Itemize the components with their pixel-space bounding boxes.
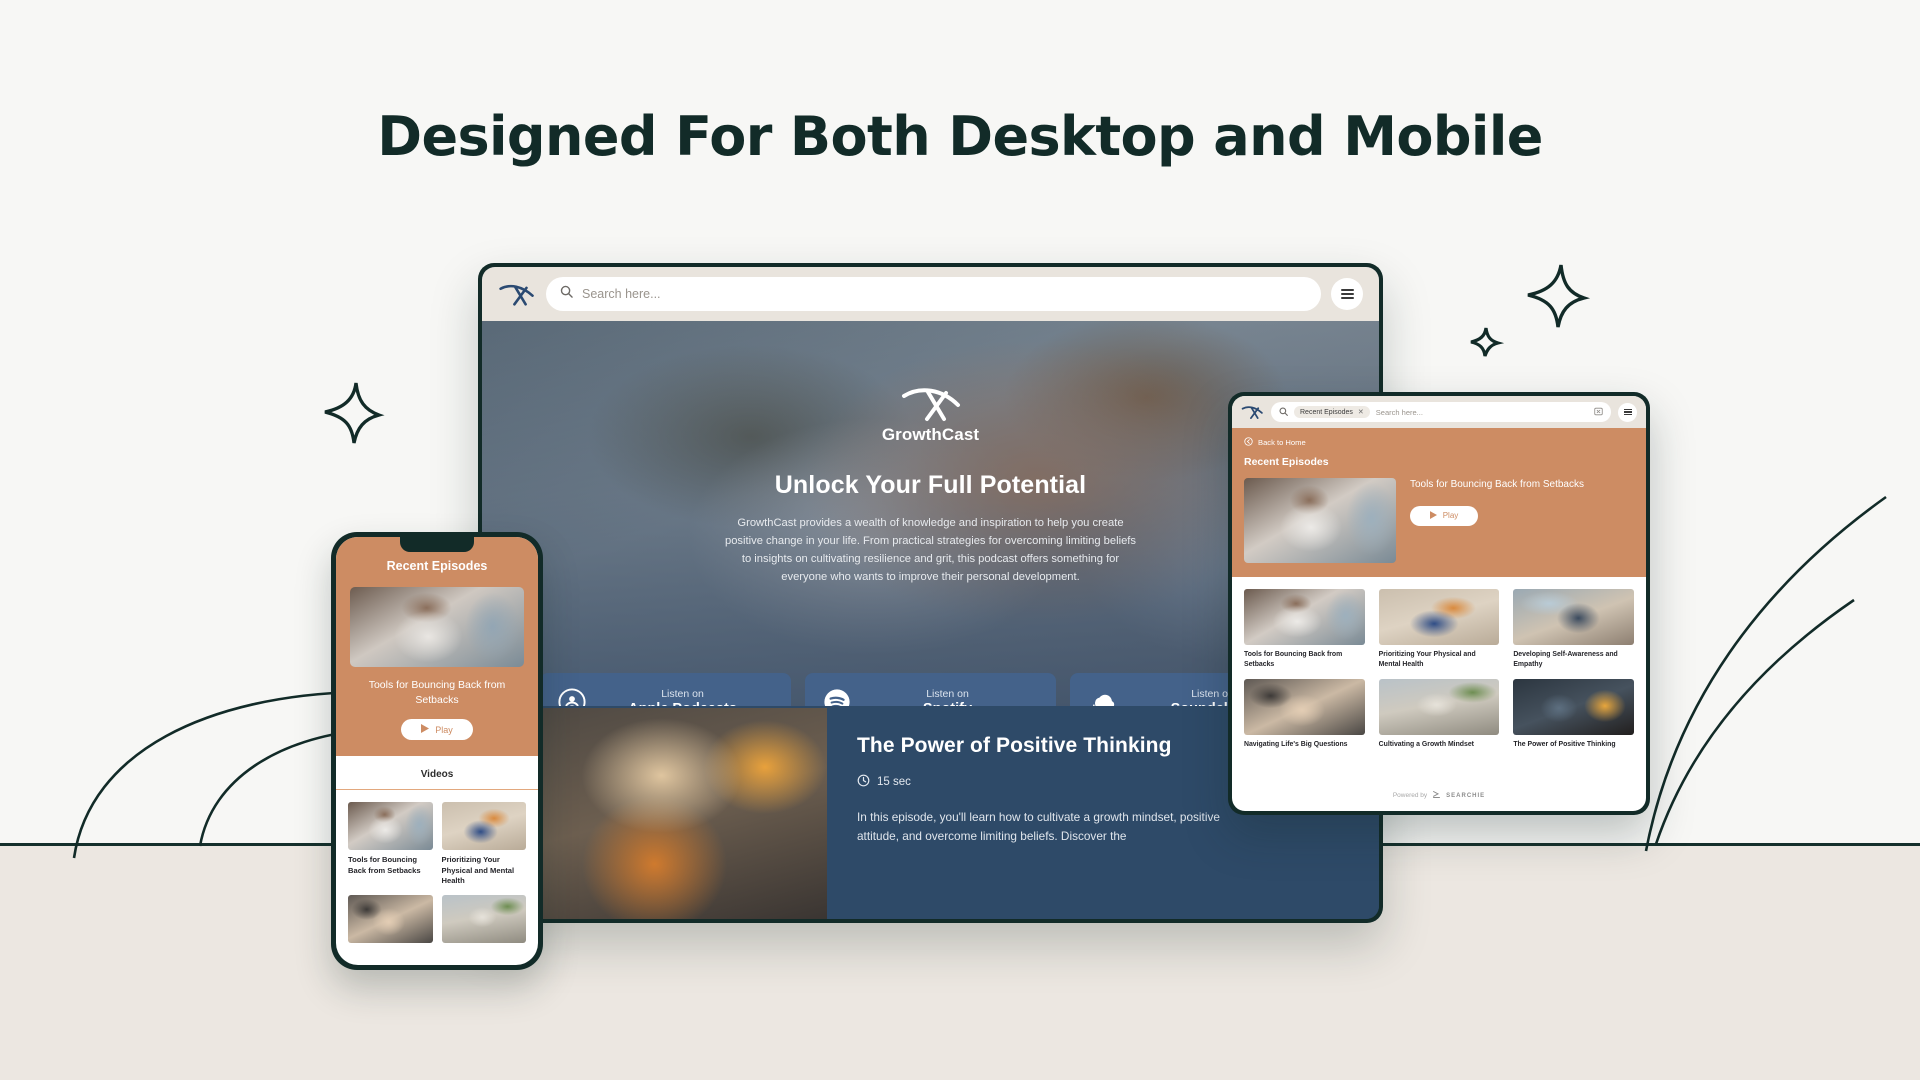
platform-name: Spotify — [865, 701, 1030, 707]
play-icon — [1429, 510, 1437, 521]
card-title: Navigating Life's Big Questions — [1244, 741, 1348, 749]
featured-episode-title: Tools for Bouncing Back from Setbacks — [1410, 479, 1584, 490]
tablet-screen: Recent Episodes ✕ Search here... Back to… — [1232, 396, 1646, 811]
desktop-topbar: Search here... — [482, 267, 1379, 321]
card-thumbnail — [1513, 679, 1634, 736]
menu-button[interactable] — [1618, 402, 1637, 422]
platform-name: Apple Podcasts — [600, 701, 765, 707]
search-input[interactable]: Recent Episodes ✕ Search here... — [1271, 402, 1611, 422]
platform-eyebrow: Listen on — [661, 687, 704, 700]
menu-button[interactable] — [1331, 278, 1363, 310]
featured-episode-thumbnail[interactable] — [1244, 478, 1396, 563]
tablet-topbar: Recent Episodes ✕ Search here... — [1232, 396, 1646, 428]
search-filter-chip[interactable]: Recent Episodes ✕ — [1294, 406, 1370, 418]
sparkle-icon-large — [1525, 262, 1591, 330]
chip-label: Recent Episodes — [1300, 408, 1353, 416]
brand-name: GrowthCast — [881, 425, 980, 444]
episode-duration-label: 15 sec — [877, 776, 911, 788]
phone-hero: Recent Episodes Tools for Bouncing Back … — [336, 537, 538, 757]
back-to-home-label: Back to Home — [1258, 438, 1306, 447]
searchie-logo-icon — [1432, 790, 1441, 801]
list-item[interactable]: Cultivating a Growth Mindset — [1378, 679, 1500, 750]
listen-apple-podcasts-button[interactable]: Listen on Apple Podcasts — [540, 673, 791, 706]
card-thumbnail — [1244, 589, 1365, 645]
growthcast-brandmark-icon — [900, 383, 962, 423]
card-title: The Power of Positive Thinking — [1513, 741, 1616, 749]
back-arrow-icon — [1244, 437, 1253, 448]
growthcast-logo[interactable] — [1241, 404, 1264, 420]
card-thumbnail — [1378, 679, 1500, 736]
card-thumbnail — [1244, 679, 1365, 736]
list-item[interactable] — [441, 895, 526, 948]
chip-remove-icon[interactable]: ✕ — [1358, 408, 1364, 416]
card-thumbnail — [1378, 589, 1500, 645]
tablet-hero-title: Recent Episodes — [1244, 456, 1329, 468]
tablet-episode-grid: Tools for Bouncing Back from Setbacks Pr… — [1232, 577, 1646, 750]
clock-icon — [857, 774, 870, 790]
phone-hero-title: Recent Episodes — [386, 559, 488, 573]
list-item[interactable]: Tools for Bouncing Back from Setbacks — [348, 802, 433, 886]
powered-by-label: Powered by — [1392, 792, 1428, 799]
back-to-home-button[interactable]: Back to Home — [1244, 437, 1634, 448]
powered-by-footer: Powered by SEARCHIE — [1232, 790, 1646, 801]
list-item[interactable]: Prioritizing Your Physical and Mental He… — [1378, 589, 1500, 669]
search-icon — [560, 285, 573, 303]
card-title: Cultivating a Growth Mindset — [1378, 741, 1474, 749]
growthcast-logo[interactable] — [498, 281, 536, 307]
search-icon — [1279, 403, 1288, 421]
spotify-icon — [823, 688, 851, 706]
card-thumbnail — [1513, 589, 1634, 645]
page-title: Designed For Both Desktop and Mobile — [377, 105, 1543, 168]
scene: Designed For Both Desktop and Mobile Sea… — [0, 0, 1920, 1080]
tablet-mockup: Recent Episodes ✕ Search here... Back to… — [1228, 392, 1650, 815]
search-placeholder: Search here... — [582, 287, 661, 301]
card-title: Prioritizing Your Physical and Mental He… — [441, 855, 515, 885]
searchie-brand-label: SEARCHIE — [1446, 792, 1486, 799]
list-item[interactable]: Tools for Bouncing Back from Setbacks — [1244, 589, 1365, 669]
card-thumbnail — [441, 895, 526, 944]
listen-spotify-button[interactable]: Listen on Spotify — [805, 673, 1056, 706]
card-title: Developing Self-Awareness and Empathy — [1513, 651, 1618, 668]
soundcloud-icon — [1088, 688, 1116, 706]
apple-podcasts-icon — [558, 688, 586, 706]
phone-episode-grid: Tools for Bouncing Back from Setbacks Pr… — [336, 790, 538, 948]
hero-title: Unlock Your Full Potential — [774, 471, 1087, 499]
play-label: Play — [1442, 511, 1459, 520]
search-placeholder: Search here... — [1375, 407, 1423, 417]
card-title: Prioritizing Your Physical and Mental He… — [1378, 651, 1476, 668]
list-item[interactable]: The Power of Positive Thinking — [1513, 679, 1634, 750]
list-item[interactable]: Developing Self-Awareness and Empathy — [1513, 589, 1634, 669]
search-input[interactable]: Search here... — [546, 277, 1321, 311]
hamburger-icon — [1623, 407, 1632, 417]
platform-eyebrow: Listen on — [926, 687, 969, 700]
phone-hero-thumbnail[interactable] — [350, 587, 524, 667]
featured-episode: Tools for Bouncing Back from Setbacks Pl… — [1244, 478, 1634, 563]
card-title: Tools for Bouncing Back from Setbacks — [1244, 651, 1343, 668]
clear-input-icon[interactable] — [1594, 403, 1603, 421]
episode-description: In this episode, you'll learn how to cul… — [857, 810, 1220, 844]
list-item[interactable]: Navigating Life's Big Questions — [1244, 679, 1365, 750]
sparkle-icon-left — [322, 380, 385, 446]
sparkle-icon-small — [1468, 325, 1505, 359]
hamburger-icon — [1340, 286, 1354, 301]
card-thumbnail — [348, 802, 433, 851]
play-icon — [421, 724, 430, 735]
play-button[interactable]: Play — [1410, 505, 1478, 526]
card-thumbnail — [441, 802, 526, 851]
phone-mockup: Recent Episodes Tools for Bouncing Back … — [331, 532, 543, 970]
phone-play-button[interactable]: Play — [401, 719, 473, 741]
card-title: Tools for Bouncing Back from Setbacks — [348, 855, 421, 875]
phone-notch — [400, 537, 474, 552]
tablet-hero: Back to Home Recent Episodes Tools for B… — [1232, 428, 1646, 577]
list-item[interactable] — [348, 895, 433, 948]
tab-videos[interactable]: Videos — [336, 756, 538, 791]
swoop-line-right-inner — [1648, 598, 1858, 848]
phone-screen: Recent Episodes Tools for Bouncing Back … — [336, 537, 538, 965]
phone-episode-title: Tools for Bouncing Back from Setbacks — [368, 679, 506, 707]
phone-play-label: Play — [435, 724, 453, 735]
list-item[interactable]: Prioritizing Your Physical and Mental He… — [441, 802, 526, 886]
card-thumbnail — [348, 895, 433, 944]
hero-paragraph: GrowthCast provides a wealth of knowledg… — [724, 517, 1136, 584]
